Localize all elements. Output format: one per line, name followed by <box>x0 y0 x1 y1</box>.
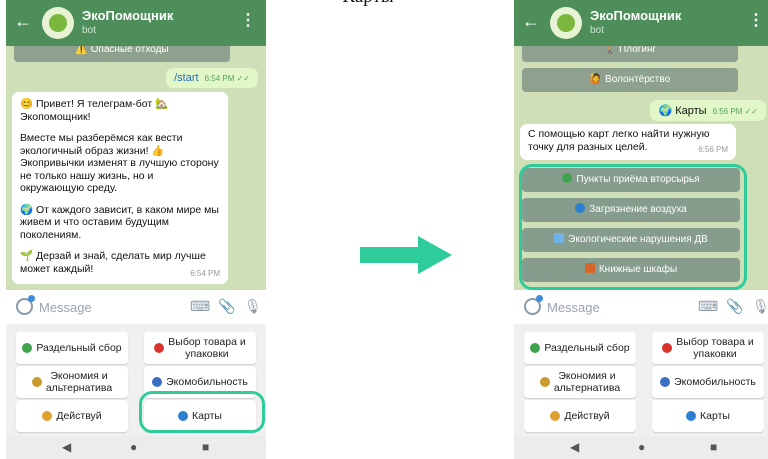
nav-home-icon[interactable]: ● <box>130 441 137 453</box>
sent-message: /start 6:54 PM ✓✓ <box>166 68 258 88</box>
message-time: 6:56 PM <box>698 144 728 154</box>
inline-buttons-highlight <box>519 164 747 290</box>
nav-back-icon[interactable]: ◀ <box>570 441 579 453</box>
message-input[interactable]: Message <box>39 300 92 315</box>
reply-button-product-choice[interactable]: Выбор товара и упаковки <box>652 332 764 364</box>
keyboard-toggle-icon[interactable]: ⌨ <box>698 298 718 314</box>
reply-button-label: Действуй <box>564 410 610 422</box>
reply-button-label: Карты <box>700 410 730 422</box>
start-command[interactable]: /start <box>174 72 198 84</box>
reply-button-separate-collection[interactable]: Раздельный сбор <box>524 332 636 364</box>
reply-button-label: Раздельный сбор <box>36 342 122 354</box>
bot-avatar[interactable] <box>550 7 582 39</box>
message-paragraph: 😊 Привет! Я телеграм-бот 🏡 Экопомощник! <box>20 98 169 123</box>
reply-button-ecomobility[interactable]: Экомобильность <box>652 366 764 398</box>
phone-screen-after: ← ЭкоПомощник bot ⋮ 🚶 Плогинг 🙋 Волонтёр… <box>514 0 768 459</box>
message-text: С помощью карт легко найти нужную точку … <box>528 128 710 153</box>
bot-name: ЭкоПомощник <box>590 8 682 23</box>
maps-button-highlight <box>139 391 265 433</box>
message-time: 6:54 PM ✓✓ <box>204 74 250 83</box>
microphone-icon[interactable]: 🎙 <box>244 298 262 314</box>
car-icon <box>152 377 163 387</box>
message-time: 6:54 PM <box>190 268 220 278</box>
hand-icon <box>42 411 53 421</box>
bot-name: ЭкоПомощник <box>82 8 174 23</box>
globe-icon <box>686 411 697 421</box>
inline-button-dangerous-waste[interactable]: ⚠️ Опасные отходы <box>14 46 230 62</box>
message-input-bar: Message ⌨ 📎 🎙 <box>514 290 768 324</box>
microphone-icon[interactable]: 🎙 <box>752 298 768 314</box>
reply-button-economy[interactable]: Экономия и альтернатива <box>524 366 636 398</box>
notification-dot <box>536 295 543 302</box>
chat-header: ← ЭкоПомощник bot ⋮ <box>514 0 768 46</box>
chat-header: ← ЭкоПомощник bot ⋮ <box>6 0 266 46</box>
inline-button-volunteering[interactable]: 🙋 Волонтёрство <box>522 68 738 92</box>
reply-button-maps[interactable]: Карты <box>652 400 764 432</box>
message-paragraph: 🌍 От каждого зависит, в каком мире мы жи… <box>20 203 219 241</box>
bot-subtitle: bot <box>590 25 604 36</box>
apple-icon <box>662 343 673 353</box>
notification-dot <box>28 295 35 302</box>
car-icon <box>660 377 671 387</box>
message-time: 6:56 PM ✓✓ <box>712 107 758 116</box>
reply-button-label: Экономия и альтернатива <box>553 370 621 394</box>
recycle-icon <box>22 343 33 353</box>
reply-keyboard: Раздельный сбор Выбор товара и упаковки … <box>514 324 768 436</box>
bot-welcome-message: 😊 Привет! Я телеграм-бот 🏡 Экопомощник! … <box>12 92 228 284</box>
reply-button-economy[interactable]: Экономия и альтернатива <box>16 366 128 398</box>
attach-icon[interactable]: 📎 <box>726 298 743 314</box>
android-nav-bar: ◀ ● ■ <box>514 436 768 459</box>
reply-button-separate-collection[interactable]: Раздельный сбор <box>16 332 128 364</box>
phone-screen-before: ← ЭкоПомощник bot ⋮ ⚠️ Опасные отходы /s… <box>6 0 266 459</box>
nav-back-icon[interactable]: ◀ <box>62 441 71 453</box>
keyboard-toggle-icon[interactable]: ⌨ <box>190 298 210 314</box>
nav-home-icon[interactable]: ● <box>638 441 645 453</box>
reply-button-label: Экомобильность <box>674 376 756 388</box>
sent-message: 🌍 Карты 6:56 PM ✓✓ <box>650 100 766 121</box>
menu-icon[interactable]: ⋮ <box>240 13 256 29</box>
recycle-icon <box>530 343 541 353</box>
reply-button-product-choice[interactable]: Выбор товара и упаковки <box>144 332 256 364</box>
maps-command: 🌍 Карты <box>658 105 707 117</box>
apple-icon <box>154 343 165 353</box>
nav-recents-icon[interactable]: ■ <box>710 441 717 453</box>
attach-icon[interactable]: 📎 <box>218 298 235 314</box>
money-bag-icon <box>539 377 550 387</box>
bot-maps-message: С помощью карт легко найти нужную точку … <box>520 124 736 160</box>
reply-button-label: Экомобильность <box>166 376 248 388</box>
bot-subtitle: bot <box>82 25 96 36</box>
bot-avatar[interactable] <box>42 7 74 39</box>
android-nav-bar: ◀ ● ■ <box>6 436 266 459</box>
hand-icon <box>550 411 561 421</box>
message-input[interactable]: Message <box>547 300 600 315</box>
nav-recents-icon[interactable]: ■ <box>202 441 209 453</box>
menu-icon[interactable]: ⋮ <box>748 13 764 29</box>
reply-button-label: Выбор товара и упаковки <box>676 336 754 360</box>
reply-button-label: Действуй <box>56 410 102 422</box>
reply-button-act[interactable]: Действуй <box>16 400 128 432</box>
message-paragraph: Вместе мы разберёмся как вести экологичн… <box>20 132 219 194</box>
reply-button-act[interactable]: Действуй <box>524 400 636 432</box>
message-input-bar: Message ⌨ 📎 🎙 <box>6 290 266 324</box>
caption: Карты <box>318 0 418 8</box>
money-bag-icon <box>31 377 42 387</box>
transition-arrow-icon <box>360 236 452 274</box>
chat-area: ⚠️ Опасные отходы /start 6:54 PM ✓✓ 😊 При… <box>6 46 266 290</box>
reply-button-label: Раздельный сбор <box>544 342 630 354</box>
reply-button-label: Выбор товара и упаковки <box>168 336 246 360</box>
back-arrow-icon[interactable]: ← <box>522 12 540 30</box>
back-arrow-icon[interactable]: ← <box>14 12 32 30</box>
reply-button-label: Экономия и альтернатива <box>45 370 113 394</box>
inline-button-plogging[interactable]: 🚶 Плогинг <box>522 46 738 62</box>
